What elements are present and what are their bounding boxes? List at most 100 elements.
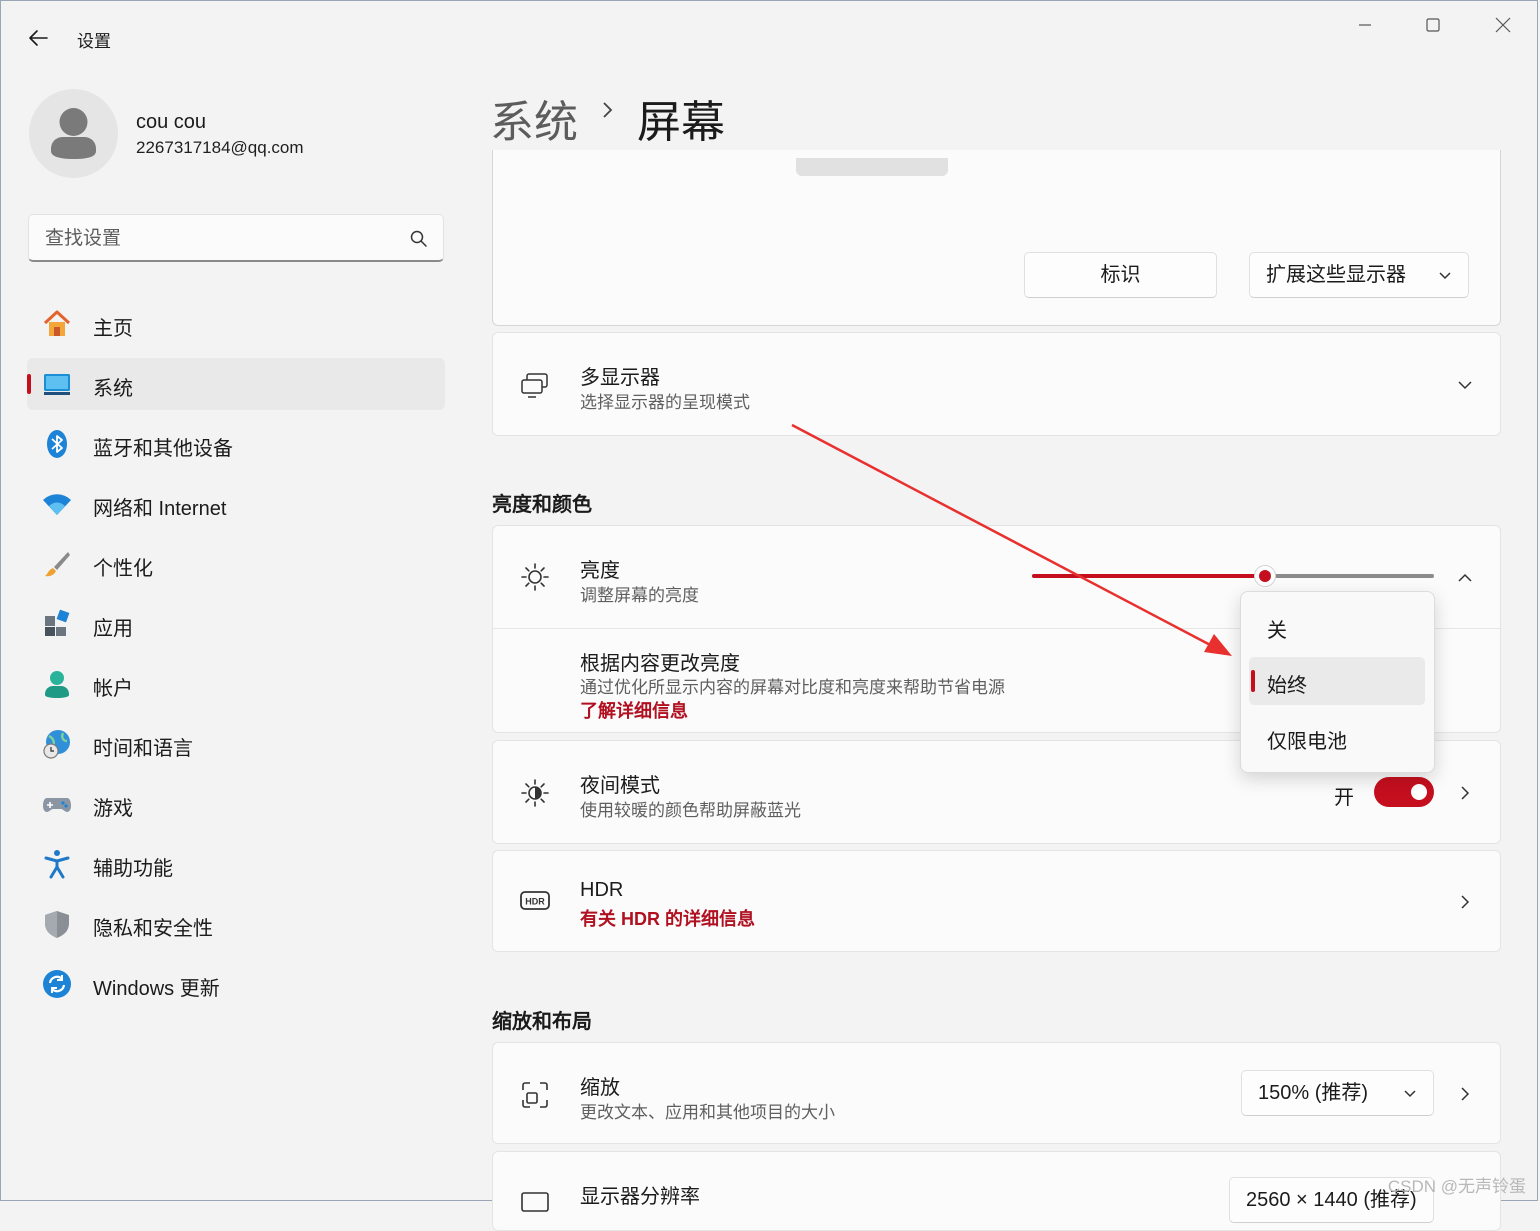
scale-icon <box>522 1082 548 1108</box>
close-button[interactable] <box>1479 10 1525 40</box>
minimize-icon <box>1359 24 1371 26</box>
search-box[interactable] <box>28 214 444 262</box>
shield-icon <box>45 911 69 938</box>
chevron-down-icon <box>1439 272 1451 280</box>
identify-button[interactable]: 标识 <box>1024 252 1217 298</box>
chevron-right-icon[interactable] <box>1455 892 1475 912</box>
multi-display-card[interactable]: 多显示器 选择显示器的呈现模式 <box>492 332 1501 436</box>
card-title: 缩放 <box>580 1077 620 1099</box>
card-subtitle: 通过优化所显示内容的屏幕对比度和亮度来帮助节省电源 <box>580 678 1005 697</box>
gamepad-icon <box>43 798 71 812</box>
multiple-displays-icon <box>521 373 548 398</box>
sun-icon <box>521 563 549 591</box>
nav-item-windows-update[interactable]: Windows 更新 <box>27 958 445 1010</box>
hdr-info-link[interactable]: 有关 HDR 的详细信息 <box>580 905 755 931</box>
learn-more-link[interactable]: 了解详细信息 <box>580 697 688 723</box>
maximize-button[interactable] <box>1410 10 1456 40</box>
toggle-knob <box>1411 784 1427 800</box>
svg-text:HDR: HDR <box>525 897 545 907</box>
brightness-slider[interactable] <box>1032 564 1434 588</box>
section-title-scale: 缩放和布局 <box>492 1011 592 1033</box>
nav-item-time-language[interactable]: 时间和语言 <box>27 718 445 770</box>
scale-dropdown[interactable]: 150% (推荐) <box>1241 1070 1434 1116</box>
card-title: 多显示器 <box>580 367 660 389</box>
display-mode-dropdown[interactable]: 扩展这些显示器 <box>1249 252 1469 298</box>
nav-label: 隐私和安全性 <box>93 918 213 940</box>
nav-item-home[interactable]: 主页 <box>27 298 445 350</box>
globe-clock-icon <box>43 730 70 759</box>
nav-item-accounts[interactable]: 帐户 <box>27 658 445 710</box>
nav-item-personalization[interactable]: 个性化 <box>27 538 445 590</box>
maximize-icon <box>1426 18 1440 32</box>
scale-card[interactable]: 缩放 更改文本、应用和其他项目的大小 150% (推荐) <box>492 1042 1501 1144</box>
home-icon <box>43 310 71 336</box>
nav-item-accessibility[interactable]: 辅助功能 <box>27 838 445 890</box>
person-icon <box>51 108 96 159</box>
user-email: 2267317184@qq.com <box>136 138 304 157</box>
chevron-down-icon[interactable] <box>1455 375 1475 395</box>
back-arrow-icon <box>29 30 48 46</box>
night-light-toggle[interactable] <box>1374 777 1434 807</box>
chevron-right-icon <box>603 102 613 118</box>
display-arrangement-card: 标识 扩展这些显示器 <box>492 150 1501 326</box>
wifi-icon <box>43 494 71 515</box>
selection-indicator <box>27 374 31 394</box>
nav-item-network[interactable]: 网络和 Internet <box>27 478 445 530</box>
resolution-icon <box>521 1192 549 1212</box>
flyout-option-battery-only[interactable]: 仅限电池 <box>1249 713 1425 761</box>
nav-item-gaming[interactable]: 游戏 <box>27 778 445 830</box>
back-button[interactable] <box>22 22 54 54</box>
search-icon[interactable] <box>409 229 429 249</box>
nav-label: 应用 <box>93 618 133 640</box>
bluetooth-icon <box>47 430 67 458</box>
minimize-button[interactable] <box>1342 10 1388 40</box>
card-subtitle: 更改文本、应用和其他项目的大小 <box>580 1103 835 1122</box>
card-subtitle: 使用较暖的颜色帮助屏蔽蓝光 <box>580 801 801 820</box>
slider-thumb[interactable] <box>1254 565 1277 587</box>
dropdown-value: 150% (推荐) <box>1258 1082 1369 1104</box>
selection-indicator <box>1251 670 1255 692</box>
avatar[interactable] <box>29 89 118 178</box>
search-input[interactable] <box>43 225 387 253</box>
nav-item-privacy[interactable]: 隐私和安全性 <box>27 898 445 950</box>
card-title: 根据内容更改亮度 <box>580 653 740 675</box>
nav-item-system[interactable]: 系统 <box>27 358 445 410</box>
title-bar: 设置 <box>0 0 1540 74</box>
option-label: 仅限电池 <box>1267 731 1347 753</box>
chevron-up-icon[interactable] <box>1455 568 1475 588</box>
monitor-tile[interactable] <box>796 158 948 176</box>
app-title: 设置 <box>77 32 111 51</box>
nav-item-bluetooth[interactable]: 蓝牙和其他设备 <box>27 418 445 470</box>
user-name: cou cou <box>136 111 207 133</box>
watermark: CSDN @无声铃蛋 <box>1387 1177 1526 1196</box>
nav-label: 网络和 Internet <box>93 498 227 520</box>
section-title-brightness: 亮度和颜色 <box>492 494 592 516</box>
card-subtitle: 调整屏幕的亮度 <box>580 586 699 605</box>
card-title: 夜间模式 <box>580 775 660 797</box>
card-title: 显示器分辨率 <box>580 1186 700 1208</box>
account-icon <box>45 671 69 698</box>
breadcrumb-parent[interactable]: 系统 <box>490 86 578 150</box>
resolution-card[interactable]: 显示器分辨率 2560 × 1440 (推荐) <box>492 1151 1501 1231</box>
flyout-option-off[interactable]: 关 <box>1249 602 1425 650</box>
apps-icon <box>45 609 70 636</box>
hdr-card[interactable]: HDR HDR 有关 HDR 的详细信息 <box>492 850 1501 952</box>
system-display-icon <box>44 374 70 395</box>
chevron-right-icon[interactable] <box>1455 1084 1475 1104</box>
page-title: 屏幕 <box>637 98 725 147</box>
nav-label: 时间和语言 <box>93 738 193 760</box>
dropdown-value: 扩展这些显示器 <box>1266 264 1406 286</box>
nav-label: 帐户 <box>93 678 133 700</box>
chevron-right-icon[interactable] <box>1455 783 1475 803</box>
update-icon <box>43 970 71 998</box>
nav-label: 辅助功能 <box>93 858 173 880</box>
night-light-icon <box>521 779 549 807</box>
option-label: 关 <box>1267 620 1287 642</box>
close-icon <box>1495 17 1511 33</box>
flyout-option-always[interactable]: 始终 <box>1249 657 1425 705</box>
toggle-state-label: 开 <box>1334 787 1354 809</box>
accessibility-icon <box>44 850 70 879</box>
nav-label: 主页 <box>93 318 133 340</box>
nav-item-apps[interactable]: 应用 <box>27 598 445 650</box>
hdr-icon: HDR <box>520 891 550 910</box>
